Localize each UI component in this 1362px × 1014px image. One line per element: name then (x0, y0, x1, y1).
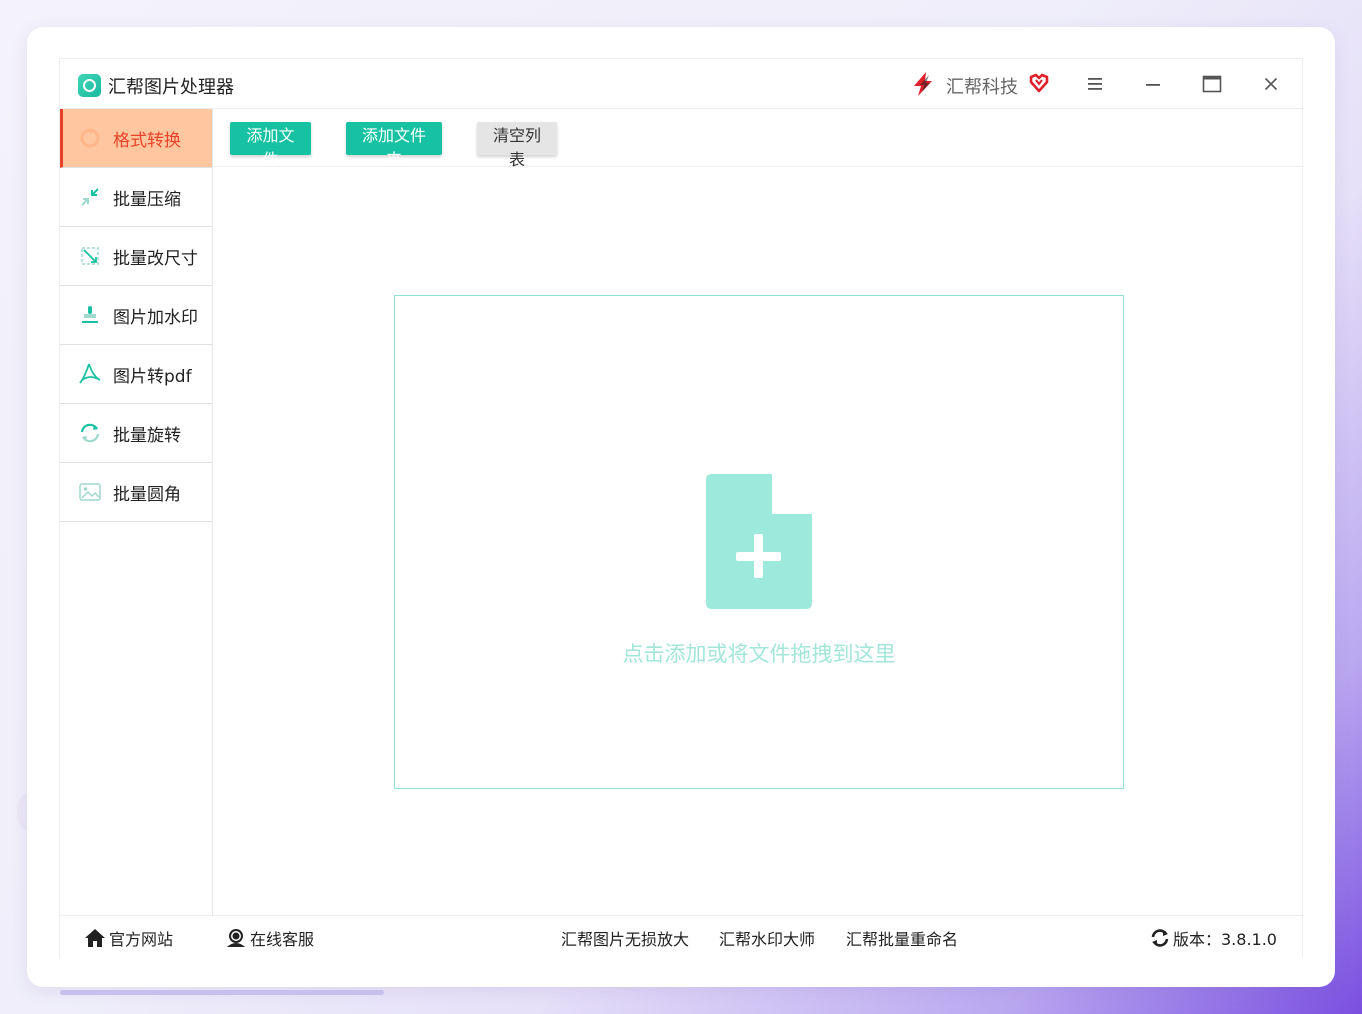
app-logo-icon (78, 74, 101, 97)
version-check[interactable]: 版本：3.8.1.0 (1150, 926, 1277, 950)
refresh-icon (1151, 929, 1169, 947)
toolbar: 添加文件 添加文件夹 清空列表 (213, 109, 1304, 169)
title-bar: 汇帮图片处理器 汇帮科技 (60, 59, 1302, 109)
official-site-link[interactable]: 官方网站 (84, 926, 173, 950)
compress-icon (78, 185, 102, 209)
sidebar: 格式转换 批量压缩 批量改尺寸 图片加水印 图片转pdf 批量旋转 批量圆角 (60, 109, 213, 915)
sidebar-item-label: 批量圆角 (113, 484, 181, 505)
sidebar-item-resize[interactable]: 批量改尺寸 (60, 227, 212, 286)
sidebar-item-label: 批量旋转 (113, 425, 181, 446)
footer-bar: 官方网站 在线客服 汇帮图片无损放大 汇帮水印大师 汇帮批量重命名 版本：3.8… (60, 915, 1302, 959)
brand-name: 汇帮科技 (946, 77, 1018, 98)
minimize-icon[interactable] (1138, 71, 1168, 97)
file-drop-zone[interactable]: 点击添加或将文件拖拽到这里 (394, 295, 1124, 789)
app-window: 汇帮图片处理器 汇帮科技 格式转换 批量压缩 批量改尺寸 图片加水印 图片转pd… (59, 58, 1304, 959)
batch-rename-link[interactable]: 汇帮批量重命名 (846, 926, 958, 950)
enlarge-tool-link[interactable]: 汇帮图片无损放大 (561, 926, 689, 950)
add-document-icon (706, 474, 812, 609)
horizontal-scrollbar[interactable] (60, 990, 384, 995)
add-folder-button[interactable]: 添加文件夹 (346, 122, 442, 169)
online-service-link[interactable]: 在线客服 (225, 926, 314, 950)
sidebar-item-format-convert[interactable]: 格式转换 (60, 109, 212, 168)
sidebar-item-to-pdf[interactable]: 图片转pdf (60, 345, 212, 404)
rotate-icon (78, 421, 102, 445)
sidebar-item-watermark[interactable]: 图片加水印 (60, 286, 212, 345)
image-rounded-icon (78, 480, 102, 504)
resize-icon (78, 244, 102, 268)
brand-logo-icon (914, 72, 932, 96)
online-service-label: 在线客服 (250, 930, 315, 949)
pdf-icon (78, 362, 102, 386)
sidebar-item-label: 格式转换 (113, 130, 181, 151)
format-convert-icon (78, 126, 102, 150)
version-label: 版本：3.8.1.0 (1173, 930, 1277, 949)
sidebar-item-compress[interactable]: 批量压缩 (60, 168, 212, 227)
app-title: 汇帮图片处理器 (108, 77, 234, 98)
customer-service-icon (227, 929, 245, 947)
sidebar-item-rotate[interactable]: 批量旋转 (60, 404, 212, 463)
sidebar-item-label: 图片转pdf (113, 366, 192, 387)
add-file-button[interactable]: 添加文件 (230, 122, 311, 169)
vip-heart-icon[interactable] (1028, 72, 1050, 94)
clear-list-button[interactable]: 清空列表 (477, 122, 557, 169)
official-site-label: 官方网站 (109, 930, 174, 949)
home-icon (85, 929, 105, 947)
sidebar-item-label: 图片加水印 (113, 307, 198, 328)
watermark-stamp-icon (78, 303, 102, 327)
menu-icon[interactable] (1080, 71, 1110, 97)
sidebar-item-rounded[interactable]: 批量圆角 (60, 463, 212, 522)
watermark-master-link[interactable]: 汇帮水印大师 (719, 926, 815, 950)
maximize-icon[interactable] (1197, 71, 1227, 97)
sidebar-item-label: 批量改尺寸 (113, 248, 198, 269)
drop-zone-hint: 点击添加或将文件拖拽到这里 (622, 642, 896, 666)
close-icon[interactable] (1256, 71, 1286, 97)
sidebar-item-label: 批量压缩 (113, 189, 181, 210)
